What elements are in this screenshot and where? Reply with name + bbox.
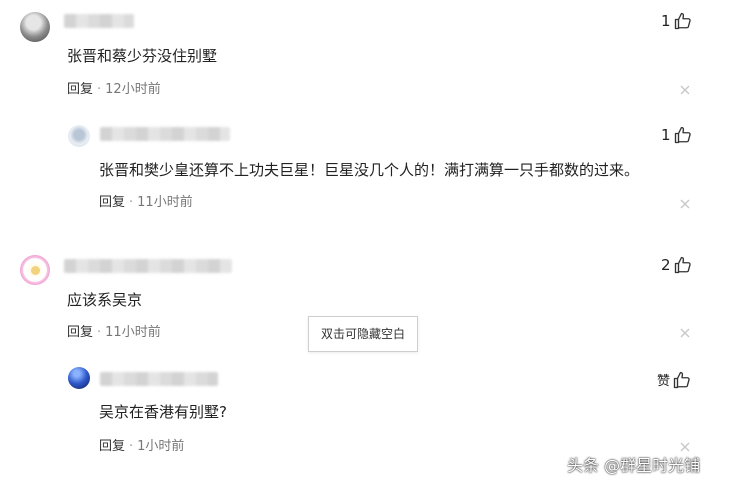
meta-separator: · [129, 195, 134, 210]
hide-blank-tooltip[interactable]: 双击可隐藏空白 [308, 316, 418, 352]
reply-text: 吴京在香港有别墅? [99, 403, 227, 421]
reply-meta: 回复 · 11小时前 [99, 194, 193, 212]
like-button[interactable]: 赞 [657, 370, 691, 389]
comment-time: 12小时前 [105, 82, 161, 97]
avatar-face [31, 266, 40, 275]
thumbs-up-icon [674, 256, 691, 274]
meta-separator: · [129, 439, 134, 454]
comment-time: 11小时前 [105, 325, 161, 340]
username-blurred[interactable] [64, 14, 134, 28]
reply-button[interactable]: 回复 [99, 195, 125, 210]
avatar[interactable] [20, 12, 50, 42]
close-icon[interactable] [679, 327, 691, 339]
comment-meta: 回复 · 11小时前 [67, 324, 161, 342]
thumbs-up-icon [673, 371, 690, 388]
username-blurred[interactable] [100, 127, 230, 141]
thumbs-up-icon [674, 12, 691, 30]
meta-separator: · [97, 82, 102, 97]
watermark: 头条 @群星时光铺 [567, 456, 701, 475]
like-button[interactable]: 1 [661, 12, 692, 30]
thumbs-up-icon [674, 126, 691, 144]
like-button[interactable]: 1 [661, 126, 692, 144]
reply-button[interactable]: 回复 [67, 325, 93, 340]
like-button[interactable]: 2 [661, 256, 692, 274]
close-icon[interactable] [679, 198, 691, 210]
like-count: 2 [661, 256, 671, 274]
avatar[interactable] [68, 367, 90, 389]
comment-text: 应该系吴京 [67, 291, 143, 309]
reply-time: 1小时前 [137, 439, 185, 454]
comment-thread: 1 张晋和蔡少芬没住别墅 回复 · 12小时前 1 张晋和樊少皇还算不上功夫巨星！巨… [0, 0, 733, 486]
meta-separator: · [97, 325, 102, 340]
username-blurred[interactable] [64, 259, 232, 273]
reply-meta: 回复 · 1小时前 [99, 438, 184, 456]
like-count: 1 [661, 12, 671, 30]
close-icon[interactable] [679, 84, 691, 96]
like-count: 1 [661, 126, 671, 144]
comment-text: 张晋和蔡少芬没住别墅 [67, 47, 218, 65]
comment-meta: 回复 · 12小时前 [67, 81, 161, 99]
like-label: 赞 [657, 374, 671, 389]
avatar[interactable] [68, 125, 90, 147]
reply-button[interactable]: 回复 [67, 82, 93, 97]
reply-button[interactable]: 回复 [99, 439, 125, 454]
avatar[interactable] [20, 255, 50, 285]
reply-text: 张晋和樊少皇还算不上功夫巨星！巨星没几个人的！满打满算一只手都数的过来。 [99, 161, 640, 179]
reply-time: 11小时前 [137, 195, 193, 210]
username-blurred[interactable] [100, 372, 218, 386]
